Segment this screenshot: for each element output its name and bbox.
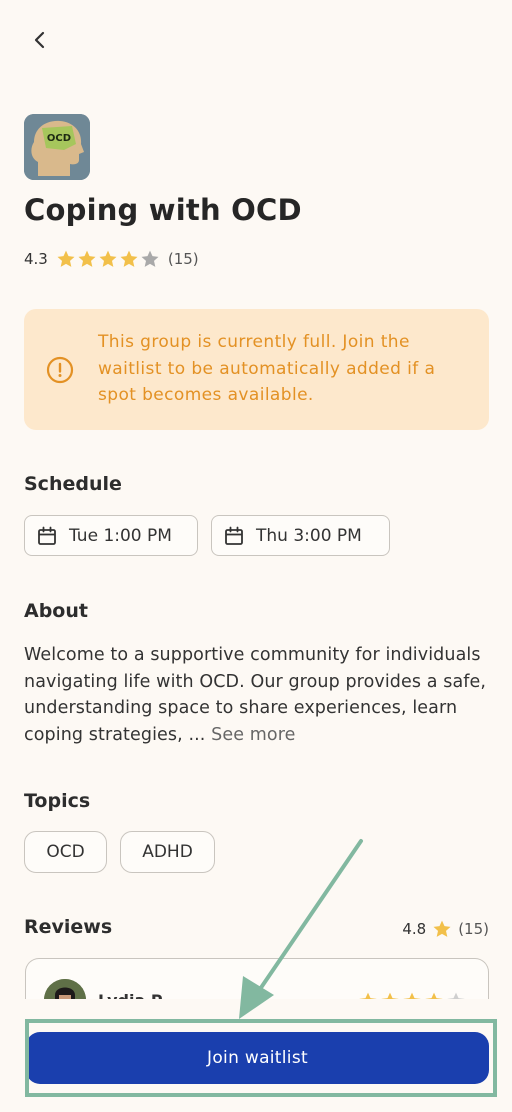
annotation-highlight-box xyxy=(25,1019,497,1097)
reviews-count: (15) xyxy=(458,920,489,938)
schedule-slot-label: Thu 3:00 PM xyxy=(256,525,362,546)
star-icon xyxy=(57,250,75,267)
schedule-heading: Schedule xyxy=(24,473,122,495)
star-icon xyxy=(120,250,138,267)
group-image: OCD xyxy=(24,114,90,180)
page-title: Coping with OCD xyxy=(24,193,302,227)
topic-chip[interactable]: OCD xyxy=(24,831,107,873)
star-icon xyxy=(403,992,421,999)
chevron-left-icon xyxy=(34,31,45,49)
schedule-slot[interactable]: Tue 1:00 PM xyxy=(24,515,198,556)
star-icon xyxy=(425,992,443,999)
topic-chip[interactable]: ADHD xyxy=(120,831,215,873)
back-button[interactable] xyxy=(24,24,56,56)
reviews-summary: 4.8 (15) xyxy=(402,918,489,940)
group-rating: 4.3 (15) xyxy=(24,248,199,270)
calendar-icon xyxy=(38,526,56,545)
group-detail-screen: OCD Coping with OCD 4.3 (15) This group … xyxy=(0,0,512,1112)
star-icon xyxy=(78,250,96,267)
about-heading: About xyxy=(24,600,88,622)
reviews-rating: 4.8 xyxy=(402,920,427,938)
review-card[interactable]: Lydia P. xyxy=(25,958,489,999)
see-more-link[interactable]: See more xyxy=(211,725,295,745)
star-icon xyxy=(99,250,117,267)
svg-text:OCD: OCD xyxy=(47,133,71,144)
review-stars xyxy=(358,991,466,999)
rating-value: 4.3 xyxy=(24,250,48,268)
calendar-icon xyxy=(225,526,243,545)
rating-count: (15) xyxy=(167,250,199,268)
star-empty-icon xyxy=(141,250,159,267)
topics-heading: Topics xyxy=(24,790,91,812)
avatar xyxy=(44,979,86,999)
star-icon xyxy=(359,992,377,999)
star-empty-icon xyxy=(447,992,465,999)
star-icon xyxy=(433,920,451,937)
notice-message: This group is currently full. Join the w… xyxy=(98,332,436,405)
schedule-slot-label: Tue 1:00 PM xyxy=(69,525,172,546)
alert-circle-icon xyxy=(46,356,74,384)
schedule-slot[interactable]: Thu 3:00 PM xyxy=(211,515,390,556)
star-icon xyxy=(381,992,399,999)
rating-stars xyxy=(56,249,160,269)
about-description: Welcome to a supportive community for in… xyxy=(24,642,494,748)
waitlist-notice: This group is currently full. Join the w… xyxy=(24,309,489,430)
reviewer-name: Lydia P. xyxy=(98,991,166,999)
reviews-heading: Reviews xyxy=(24,916,113,938)
